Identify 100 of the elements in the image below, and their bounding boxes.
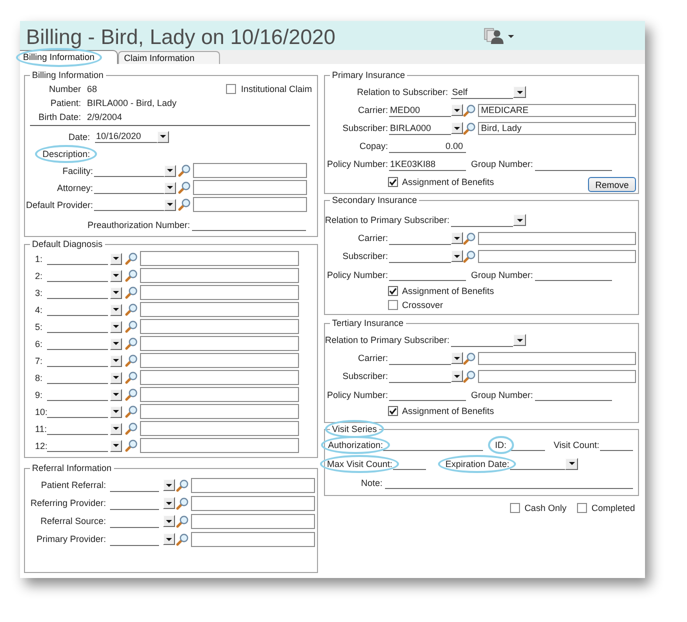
dropdown-button[interactable]	[110, 338, 122, 350]
dropdown-button[interactable]	[164, 164, 176, 176]
checkbox[interactable]	[388, 300, 398, 310]
dropdown-button[interactable]	[164, 182, 176, 194]
search-icon[interactable]	[125, 388, 138, 401]
field-label: Policy Number:	[326, 270, 388, 280]
text-field[interactable]	[140, 438, 299, 453]
search-icon[interactable]	[176, 496, 189, 510]
text-field[interactable]	[140, 387, 299, 402]
detail-value: BIRLA000 - Bird, Lady	[87, 98, 177, 108]
caret-icon	[167, 169, 173, 172]
search-icon[interactable]	[125, 337, 138, 350]
search-icon[interactable]	[125, 405, 138, 418]
dropdown-button[interactable]	[513, 86, 526, 98]
dropdown-button[interactable]	[163, 533, 175, 545]
checkbox-label: Assignment of Benefits	[402, 406, 494, 416]
search-icon[interactable]	[463, 104, 476, 116]
search-icon[interactable]	[463, 250, 476, 262]
text-field[interactable]: Bird, Lady	[478, 122, 636, 134]
text-field[interactable]	[140, 353, 299, 368]
dropdown-button[interactable]	[163, 497, 175, 509]
dropdown-button[interactable]	[164, 198, 176, 210]
search-icon[interactable]	[125, 303, 138, 316]
dropdown-button[interactable]	[110, 252, 122, 264]
dropdown-button[interactable]	[513, 334, 526, 346]
field-label: Subscriber:	[342, 371, 388, 381]
search-icon[interactable]	[125, 286, 138, 299]
search-icon[interactable]	[463, 122, 476, 134]
search-icon[interactable]	[176, 514, 189, 528]
search-icon[interactable]	[125, 422, 138, 435]
search-icon[interactable]	[463, 232, 476, 244]
dropdown-button[interactable]	[110, 388, 122, 400]
text-field[interactable]	[140, 336, 299, 351]
text-field[interactable]	[140, 285, 299, 300]
text-field[interactable]	[140, 421, 299, 436]
dropdown-button[interactable]	[565, 458, 578, 470]
people-menu-button[interactable]	[484, 28, 514, 44]
checkbox[interactable]	[510, 502, 520, 512]
text-field[interactable]	[140, 404, 299, 419]
text-field[interactable]	[193, 180, 307, 195]
checkbox[interactable]	[226, 84, 236, 94]
search-icon[interactable]	[125, 371, 138, 384]
caret-icon	[166, 538, 172, 540]
dropdown-button[interactable]	[110, 422, 122, 434]
caret-icon	[113, 393, 119, 396]
dropdown-button[interactable]	[110, 304, 122, 316]
text-field[interactable]	[191, 478, 315, 492]
search-icon[interactable]	[178, 181, 191, 194]
checkbox[interactable]	[388, 176, 398, 186]
dropdown-button[interactable]	[157, 130, 169, 142]
dropdown-button[interactable]	[451, 104, 463, 116]
text-field[interactable]	[140, 268, 299, 283]
text-field[interactable]	[191, 496, 315, 510]
text-field[interactable]	[478, 250, 636, 262]
checkbox[interactable]	[388, 286, 398, 296]
text-field[interactable]	[193, 163, 307, 178]
search-icon[interactable]	[178, 164, 191, 177]
text-field[interactable]	[140, 319, 299, 334]
dropdown-button[interactable]	[110, 354, 122, 366]
dropdown-button[interactable]	[110, 286, 122, 298]
dropdown-button[interactable]	[110, 406, 122, 418]
dropdown-button[interactable]	[110, 372, 122, 384]
dropdown-button[interactable]	[163, 479, 175, 491]
dropdown-button[interactable]	[451, 122, 463, 134]
checkbox[interactable]	[577, 502, 588, 512]
dropdown-button[interactable]	[110, 320, 122, 332]
dropdown-button[interactable]	[451, 232, 463, 244]
text-field[interactable]	[478, 232, 636, 244]
remove-button[interactable]: Remove	[588, 177, 636, 192]
search-icon[interactable]	[463, 370, 476, 382]
text-field[interactable]	[191, 514, 315, 528]
search-icon[interactable]	[176, 478, 189, 492]
dropdown-button[interactable]	[451, 352, 463, 364]
text-field[interactable]	[191, 532, 315, 546]
dropdown-button[interactable]	[163, 515, 175, 527]
input-field[interactable]: 1KE03KI88	[389, 158, 466, 170]
input-field[interactable]: 0.00	[389, 140, 466, 152]
search-icon[interactable]	[125, 320, 138, 333]
text-field[interactable]	[140, 370, 299, 385]
caret-icon	[113, 376, 119, 379]
text-field[interactable]: MEDICARE	[478, 104, 636, 116]
search-icon[interactable]	[125, 439, 138, 452]
dropdown-button[interactable]	[451, 250, 463, 262]
dropdown-button[interactable]	[110, 440, 122, 452]
tab[interactable]: Claim Information	[118, 51, 220, 64]
search-icon[interactable]	[125, 269, 138, 282]
text-field[interactable]	[193, 197, 307, 212]
checkbox[interactable]	[388, 406, 398, 416]
search-icon[interactable]	[125, 354, 138, 367]
text-field[interactable]	[140, 302, 299, 317]
search-icon[interactable]	[178, 198, 191, 211]
search-icon[interactable]	[176, 532, 189, 546]
dropdown-button[interactable]	[110, 270, 122, 282]
text-field[interactable]	[478, 352, 636, 364]
text-field[interactable]	[478, 370, 636, 382]
dropdown-button[interactable]	[451, 370, 463, 382]
dropdown-button[interactable]	[513, 214, 526, 226]
search-icon[interactable]	[463, 352, 476, 364]
text-field[interactable]	[140, 251, 299, 266]
search-icon[interactable]	[125, 252, 138, 265]
